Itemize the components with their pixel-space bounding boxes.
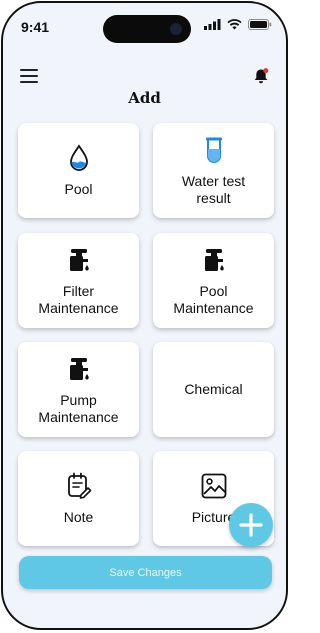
- card-label: Pool Maintenance: [173, 282, 254, 316]
- phone-frame: 9:41 Add Pool Water test result Filter M…: [1, 1, 288, 630]
- faucet-icon: [204, 248, 224, 271]
- status-bar: 9:41: [3, 3, 286, 47]
- faucet-icon: [69, 248, 89, 271]
- card-water-test-result[interactable]: Water test result: [153, 123, 274, 218]
- wifi-icon: [227, 19, 242, 30]
- card-label: Water test result: [181, 172, 246, 206]
- card-filter-maintenance[interactable]: Filter Maintenance: [18, 233, 139, 328]
- image-icon: [201, 473, 226, 499]
- status-icons: [204, 19, 272, 30]
- card-chemical[interactable]: Chemical: [153, 342, 274, 437]
- card-note[interactable]: Note: [18, 451, 139, 546]
- battery-icon: [248, 19, 272, 30]
- test-tube-icon: [205, 137, 222, 163]
- card-pump-maintenance[interactable]: Pump Maintenance: [18, 342, 139, 437]
- signal-icon: [204, 19, 221, 30]
- dynamic-island: [103, 15, 191, 43]
- card-pool-maintenance[interactable]: Pool Maintenance: [153, 233, 274, 328]
- camera-icon: [170, 23, 182, 35]
- save-changes-button[interactable]: Save Changes: [19, 556, 272, 589]
- app-header: Add: [3, 59, 286, 119]
- note-icon: [67, 472, 91, 499]
- card-label: Pool: [64, 181, 93, 197]
- status-time: 9:41: [21, 19, 50, 35]
- water-drop-icon: [69, 144, 88, 171]
- card-label: Filter Maintenance: [38, 282, 119, 316]
- notification-bell-icon[interactable]: [252, 67, 270, 85]
- card-label: Note: [63, 509, 94, 525]
- card-label: Chemical: [184, 381, 243, 397]
- card-label: Pump Maintenance: [38, 391, 119, 425]
- plus-icon: [239, 513, 263, 537]
- hamburger-menu-icon[interactable]: [20, 69, 38, 83]
- add-fab-button[interactable]: [229, 503, 273, 547]
- page-title: Add: [128, 89, 161, 107]
- card-pool[interactable]: Pool: [18, 123, 139, 218]
- faucet-icon: [69, 357, 89, 380]
